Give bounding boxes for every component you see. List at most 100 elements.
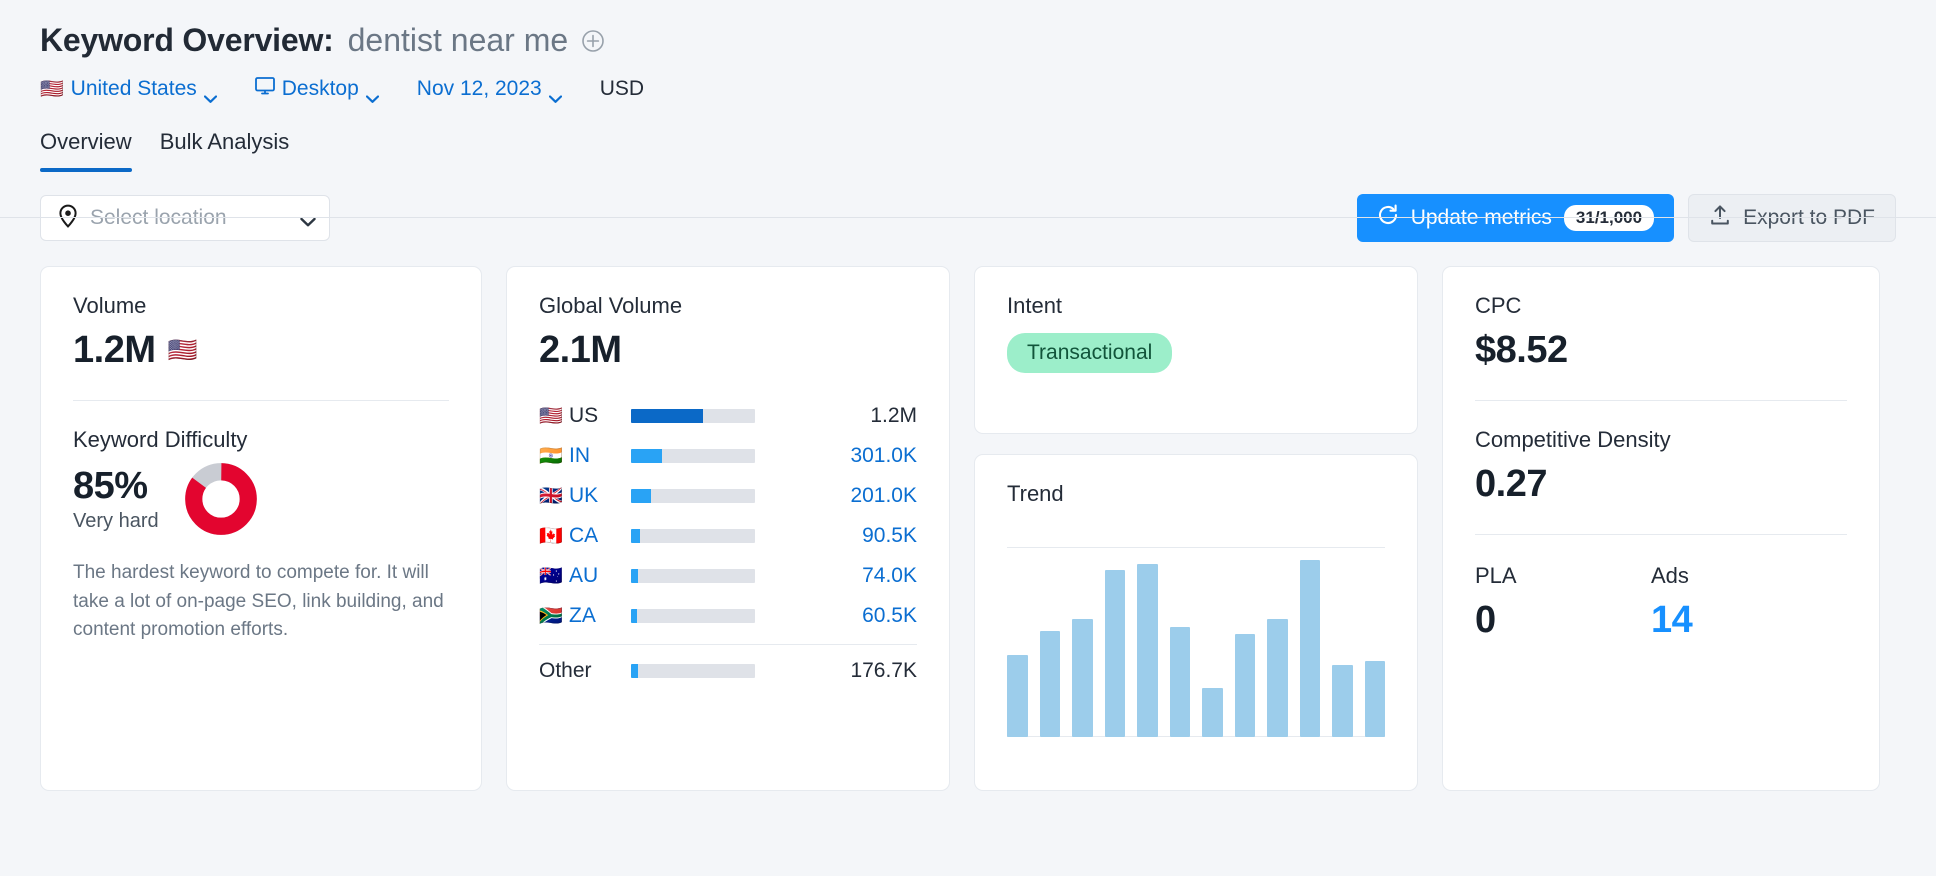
trend-bars-container <box>1007 547 1385 737</box>
global-volume-row[interactable]: 🇿🇦ZA 60.5K <box>539 596 917 636</box>
card-divider <box>73 400 449 401</box>
country-volume-value[interactable]: 201.0K <box>755 484 917 508</box>
global-volume-row[interactable]: 🇨🇦CA 90.5K <box>539 516 917 556</box>
location-select[interactable]: Select location <box>40 195 330 241</box>
country-selector[interactable]: 🇺🇸 United States <box>40 77 217 101</box>
trend-card: Trend <box>974 454 1418 791</box>
volume-card: Volume 1.2M 🇺🇸 Keyword Difficulty 85% Ve… <box>40 266 482 791</box>
tab-bulk-analysis[interactable]: Bulk Analysis <box>160 129 290 172</box>
date-selector-label: Nov 12, 2023 <box>417 77 542 101</box>
trend-bar[interactable] <box>1105 570 1126 737</box>
competitive-density-block: Competitive Density 0.27 <box>1475 427 1847 506</box>
device-selector-label: Desktop <box>282 77 359 101</box>
upload-icon <box>1709 204 1731 232</box>
country-code[interactable]: ZA <box>569 604 631 628</box>
card-divider <box>1475 534 1847 535</box>
flag-icon: 🇨🇦 <box>539 524 569 548</box>
volume-bar-track <box>631 609 755 623</box>
trend-bar[interactable] <box>1170 627 1191 737</box>
page-header: Keyword Overview: dentist near me 🇺🇸 Uni… <box>0 0 1936 101</box>
global-volume-country-list: 🇺🇸US1.2M🇮🇳IN301.0K🇬🇧UK201.0K🇨🇦CA90.5K🇦🇺A… <box>539 396 917 691</box>
update-metrics-label: Update metrics <box>1411 206 1552 230</box>
toolbar: Select location Update metrics 31/1,000 <box>0 172 1936 242</box>
trend-bar[interactable] <box>1202 688 1223 737</box>
flag-icon: 🇬🇧 <box>539 484 569 508</box>
country-code[interactable]: IN <box>569 444 631 468</box>
chevron-down-icon <box>366 85 379 93</box>
global-volume-row[interactable]: 🇬🇧UK 201.0K <box>539 476 917 516</box>
trend-bar[interactable] <box>1365 661 1386 737</box>
date-selector[interactable]: Nov 12, 2023 <box>417 77 562 101</box>
country-code[interactable]: AU <box>569 564 631 588</box>
trend-bar[interactable] <box>1235 634 1256 737</box>
ads-label: Ads <box>1651 563 1827 589</box>
tab-overview-label: Overview <box>40 129 132 154</box>
volume-bar-track <box>631 409 755 423</box>
flag-icon: 🇿🇦 <box>539 604 569 628</box>
global-volume-row[interactable]: 🇦🇺AU 74.0K <box>539 556 917 596</box>
country-volume-value[interactable]: 60.5K <box>755 604 917 628</box>
volume-bar-track <box>631 449 755 463</box>
intent-badge[interactable]: Transactional <box>1007 333 1172 373</box>
volume-bar-track <box>631 529 755 543</box>
ads-value[interactable]: 14 <box>1651 599 1827 642</box>
volume-bar-track <box>631 569 755 583</box>
chevron-down-icon <box>204 85 217 93</box>
volume-value-row: 1.2M 🇺🇸 <box>73 329 449 372</box>
intent-card: Intent Transactional <box>974 266 1418 434</box>
trend-bar[interactable] <box>1040 631 1061 737</box>
chevron-down-icon <box>300 214 313 222</box>
global-volume-row[interactable]: 🇮🇳IN301.0K <box>539 436 917 476</box>
header-filters: 🇺🇸 United States Desktop <box>40 77 1936 101</box>
keyword-difficulty-value: 85% <box>73 465 159 508</box>
cpc-value: $8.52 <box>1475 329 1847 372</box>
global-volume-value: 2.1M <box>539 329 917 372</box>
trend-bar[interactable] <box>1267 619 1288 737</box>
plus-circle-icon[interactable] <box>580 28 606 54</box>
export-pdf-button[interactable]: Export to PDF <box>1688 194 1896 242</box>
pla-label: PLA <box>1475 563 1651 589</box>
country-code: US <box>569 404 631 428</box>
trend-bar[interactable] <box>1007 655 1028 737</box>
volume-bar-track <box>631 489 755 503</box>
device-selector[interactable]: Desktop <box>255 77 379 101</box>
tab-overview[interactable]: Overview <box>40 129 132 172</box>
global-volume-card: Global Volume 2.1M 🇺🇸US1.2M🇮🇳IN301.0K🇬🇧U… <box>506 266 950 791</box>
trend-bar[interactable] <box>1072 619 1093 737</box>
cpc-label: CPC <box>1475 293 1847 319</box>
country-volume-value[interactable]: 90.5K <box>755 524 917 548</box>
country-volume-value[interactable]: 301.0K <box>755 444 917 468</box>
metrics-cards: Volume 1.2M 🇺🇸 Keyword Difficulty 85% Ve… <box>0 242 1936 791</box>
country-volume-value[interactable]: 74.0K <box>755 564 917 588</box>
trend-label: Trend <box>1007 481 1385 507</box>
intent-label: Intent <box>1007 293 1385 319</box>
country-code[interactable]: UK <box>569 484 631 508</box>
competitive-density-label: Competitive Density <box>1475 427 1847 453</box>
keyword-difficulty-label: Keyword Difficulty <box>73 427 449 453</box>
trend-bar[interactable] <box>1332 665 1353 737</box>
trend-bar[interactable] <box>1300 560 1321 737</box>
volume-label: Volume <box>73 293 449 319</box>
currency-label: USD <box>600 77 644 101</box>
global-volume-label: Global Volume <box>539 293 917 319</box>
location-select-placeholder: Select location <box>90 206 289 230</box>
chevron-down-icon <box>549 85 562 93</box>
global-volume-other-row: Other176.7K <box>539 651 917 691</box>
flag-icon: 🇺🇸 <box>539 404 569 428</box>
export-pdf-label: Export to PDF <box>1743 206 1875 230</box>
trend-bar[interactable] <box>1137 564 1158 737</box>
other-row-divider <box>539 644 917 645</box>
competitive-density-value: 0.27 <box>1475 463 1847 506</box>
global-volume-row[interactable]: 🇺🇸US1.2M <box>539 396 917 436</box>
card-divider <box>1475 400 1847 401</box>
page-title-keyword: dentist near me <box>348 22 569 59</box>
update-metrics-count: 31/1,000 <box>1564 205 1654 232</box>
update-metrics-button[interactable]: Update metrics 31/1,000 <box>1357 194 1674 242</box>
flag-icon: 🇦🇺 <box>539 564 569 588</box>
keyword-difficulty-donut-chart <box>185 463 257 535</box>
keyword-difficulty-block: Keyword Difficulty 85% Very hard The har… <box>73 427 449 645</box>
country-code[interactable]: CA <box>569 524 631 548</box>
page-title-prefix: Keyword Overview: <box>40 22 334 59</box>
tab-bar: Overview Bulk Analysis <box>0 129 1936 172</box>
volume-value: 1.2M <box>73 329 155 372</box>
